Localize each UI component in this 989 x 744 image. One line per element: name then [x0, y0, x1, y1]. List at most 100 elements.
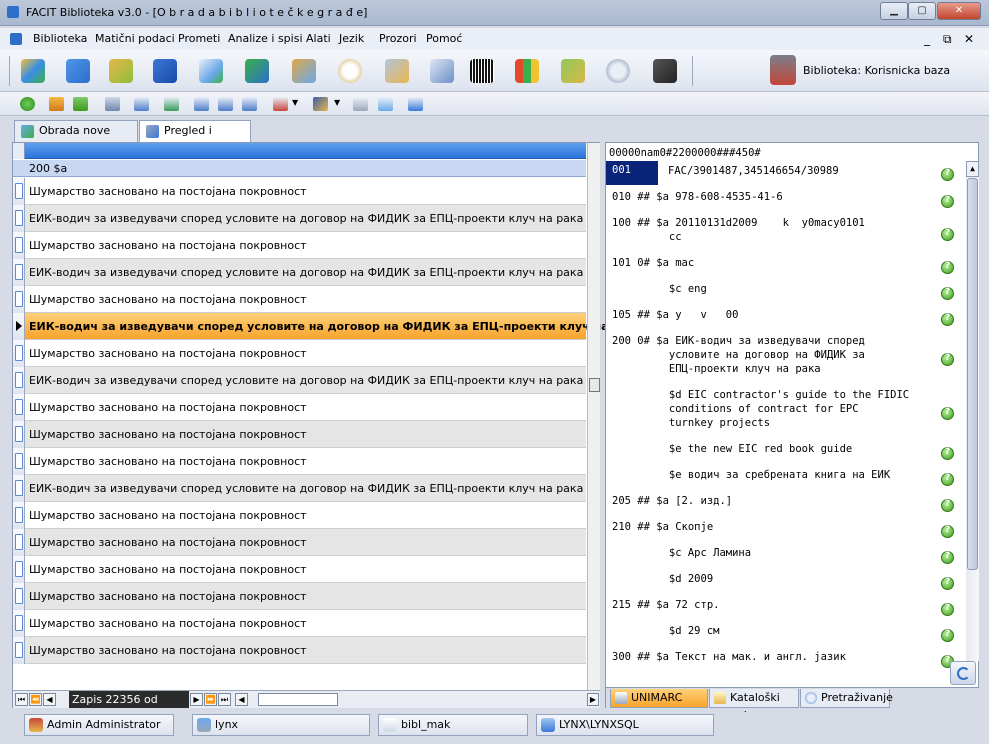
menu-prozori[interactable]: Prozori — [379, 32, 417, 45]
add-member-card-icon[interactable] — [194, 54, 228, 88]
users-exchange-icon[interactable] — [287, 54, 321, 88]
charts-icon[interactable] — [510, 54, 544, 88]
table-row[interactable]: ЕИК-водич за изведувачи според условите … — [13, 205, 586, 232]
row-header[interactable] — [13, 502, 25, 529]
status-ok-icon[interactable] — [941, 473, 954, 486]
select-all-cell[interactable] — [13, 143, 25, 159]
row-header[interactable] — [13, 340, 25, 367]
row-header[interactable] — [13, 259, 25, 286]
row-header[interactable] — [13, 583, 25, 610]
scrollbar-thumb[interactable] — [589, 378, 600, 392]
export-icon[interactable] — [73, 97, 88, 111]
tab-pretrazivanje[interactable]: Pretraživanje — [800, 689, 893, 708]
table-row[interactable]: Шумарство засновано на постојана покровн… — [13, 583, 586, 610]
row-header[interactable] — [13, 556, 25, 583]
row-header[interactable] — [13, 610, 25, 637]
row-header[interactable] — [13, 313, 25, 340]
status-ok-icon[interactable] — [941, 603, 954, 616]
mail-icon[interactable] — [353, 97, 368, 111]
prev-record-icon[interactable]: ◀ — [43, 693, 56, 706]
mdi-restore-button[interactable]: ⧉ — [943, 32, 952, 47]
row-header[interactable] — [13, 178, 25, 205]
id-cards-icon[interactable] — [425, 54, 459, 88]
status-ok-icon[interactable] — [941, 577, 954, 590]
menu-biblioteka[interactable]: Biblioteka — [33, 32, 87, 45]
refresh-icon[interactable] — [20, 97, 35, 111]
maximize-button[interactable]: ▢ — [908, 2, 936, 20]
money-icon[interactable] — [556, 54, 590, 88]
marc-field[interactable]: 210 ## $a Скопје — [612, 520, 713, 534]
marc-field[interactable]: $c eng — [612, 282, 707, 296]
status-ok-icon[interactable] — [941, 261, 954, 274]
status-ok-icon[interactable] — [941, 228, 954, 241]
table-row[interactable]: Шумарство засновано на постојана покровн… — [13, 340, 586, 367]
field-001-tag[interactable]: 001 — [606, 161, 658, 185]
filter-icon[interactable] — [273, 97, 288, 111]
marc-field[interactable]: 205 ## $a [2. изд.] — [612, 494, 732, 508]
search-settings-icon[interactable] — [601, 54, 635, 88]
marc-field[interactable]: 200 0# $a ЕИК-водич за изведувачи според… — [612, 334, 865, 376]
user-clock-icon[interactable] — [380, 54, 414, 88]
catalog-cubes-icon[interactable] — [16, 54, 50, 88]
barcode-icon[interactable] — [465, 54, 499, 88]
table-row[interactable]: Шумарство засновано на постојана покровн… — [13, 178, 586, 205]
status-ok-icon[interactable] — [941, 447, 954, 460]
table-row[interactable]: Шумарство засновано на постојана покровн… — [13, 421, 586, 448]
row-header[interactable] — [13, 232, 25, 259]
grid-icon[interactable] — [194, 97, 209, 111]
marc-field[interactable]: $e the new EIC red book guide — [612, 442, 852, 456]
marc-field[interactable]: $e водич за сребрената книга на ЕИК — [612, 468, 890, 482]
tab-unimarc[interactable]: UNIMARC — [610, 689, 708, 708]
table-row[interactable]: Шумарство засновано на постојана покровн… — [13, 232, 586, 259]
marc-field[interactable]: $d 29 см — [612, 624, 720, 638]
horizontal-scroll-thumb[interactable] — [258, 693, 338, 706]
import-icon[interactable] — [49, 97, 64, 111]
row-header[interactable] — [13, 205, 25, 232]
last-record-icon[interactable]: ⏭ — [218, 693, 231, 706]
status-ok-icon[interactable] — [941, 168, 954, 181]
status-ok-icon[interactable] — [941, 287, 954, 300]
table-row[interactable]: Шумарство засновано на постојана покровн… — [13, 286, 586, 313]
table-row[interactable]: Шумарство засновано на постојана покровн… — [13, 502, 586, 529]
mdi-close-button[interactable]: ✕ — [964, 32, 974, 46]
table-row[interactable]: Шумарство засновано на постојана покровн… — [13, 556, 586, 583]
media-play-icon[interactable] — [648, 54, 682, 88]
record-vertical-scrollbar[interactable]: ▲ — [966, 161, 979, 661]
table-icon[interactable] — [134, 97, 149, 111]
status-ok-icon[interactable] — [941, 629, 954, 642]
table-row[interactable]: ЕИК-водич за изведувачи според условите … — [13, 313, 643, 340]
marc-field[interactable]: 300 ## $a Текст на мак. и англ. јазик — [612, 650, 846, 664]
scroll-left-icon[interactable]: ◀ — [235, 693, 248, 706]
approve-icon[interactable] — [378, 97, 393, 111]
row-header[interactable] — [13, 475, 25, 502]
dropdown-arrow-icon[interactable]: ▼ — [334, 98, 340, 107]
refresh-record-button[interactable] — [950, 661, 976, 685]
menu-maticni-podaci[interactable]: Matični podaci — [95, 32, 175, 45]
menu-alati[interactable]: Alati — [306, 32, 331, 45]
book-icon[interactable] — [148, 54, 182, 88]
table-row[interactable]: ЕИК-водич за изведувачи според условите … — [13, 367, 586, 394]
marc-field[interactable]: $d 2009 — [612, 572, 713, 586]
tab-katalogski-opis[interactable]: Kataloški opis — [709, 689, 799, 722]
status-ok-icon[interactable] — [941, 313, 954, 326]
menu-jezik[interactable]: Jezik — [339, 32, 364, 45]
marc-field[interactable]: 101 0# $a mac — [612, 256, 694, 270]
dropdown-arrow-icon[interactable]: ▼ — [292, 98, 298, 107]
row-header[interactable] — [13, 394, 25, 421]
table-row[interactable]: Шумарство засновано на постојана покровн… — [13, 610, 586, 637]
puzzle-icon[interactable] — [61, 54, 95, 88]
marc-field[interactable]: 215 ## $a 72 стр. — [612, 598, 719, 612]
row-header[interactable] — [13, 529, 25, 556]
flag-icon[interactable] — [313, 97, 328, 111]
table-row[interactable]: ЕИК-водич за изведувачи според условите … — [13, 259, 586, 286]
close-button[interactable]: ✕ — [937, 2, 981, 20]
menu-prometi[interactable]: Prometi — [178, 32, 220, 45]
marc-field[interactable]: $d EIC contractor's guide to the FIDIC c… — [612, 388, 909, 430]
table-row[interactable]: Шумарство засновано на постојана покровн… — [13, 394, 586, 421]
status-ok-icon[interactable] — [941, 551, 954, 564]
exchange-arrows-icon[interactable] — [240, 54, 274, 88]
menu-pomoc[interactable]: Pomoć — [426, 32, 462, 45]
status-ok-icon[interactable] — [941, 407, 954, 420]
table-row[interactable]: Шумарство засновано на постојана покровн… — [13, 637, 586, 664]
status-ok-icon[interactable] — [941, 525, 954, 538]
